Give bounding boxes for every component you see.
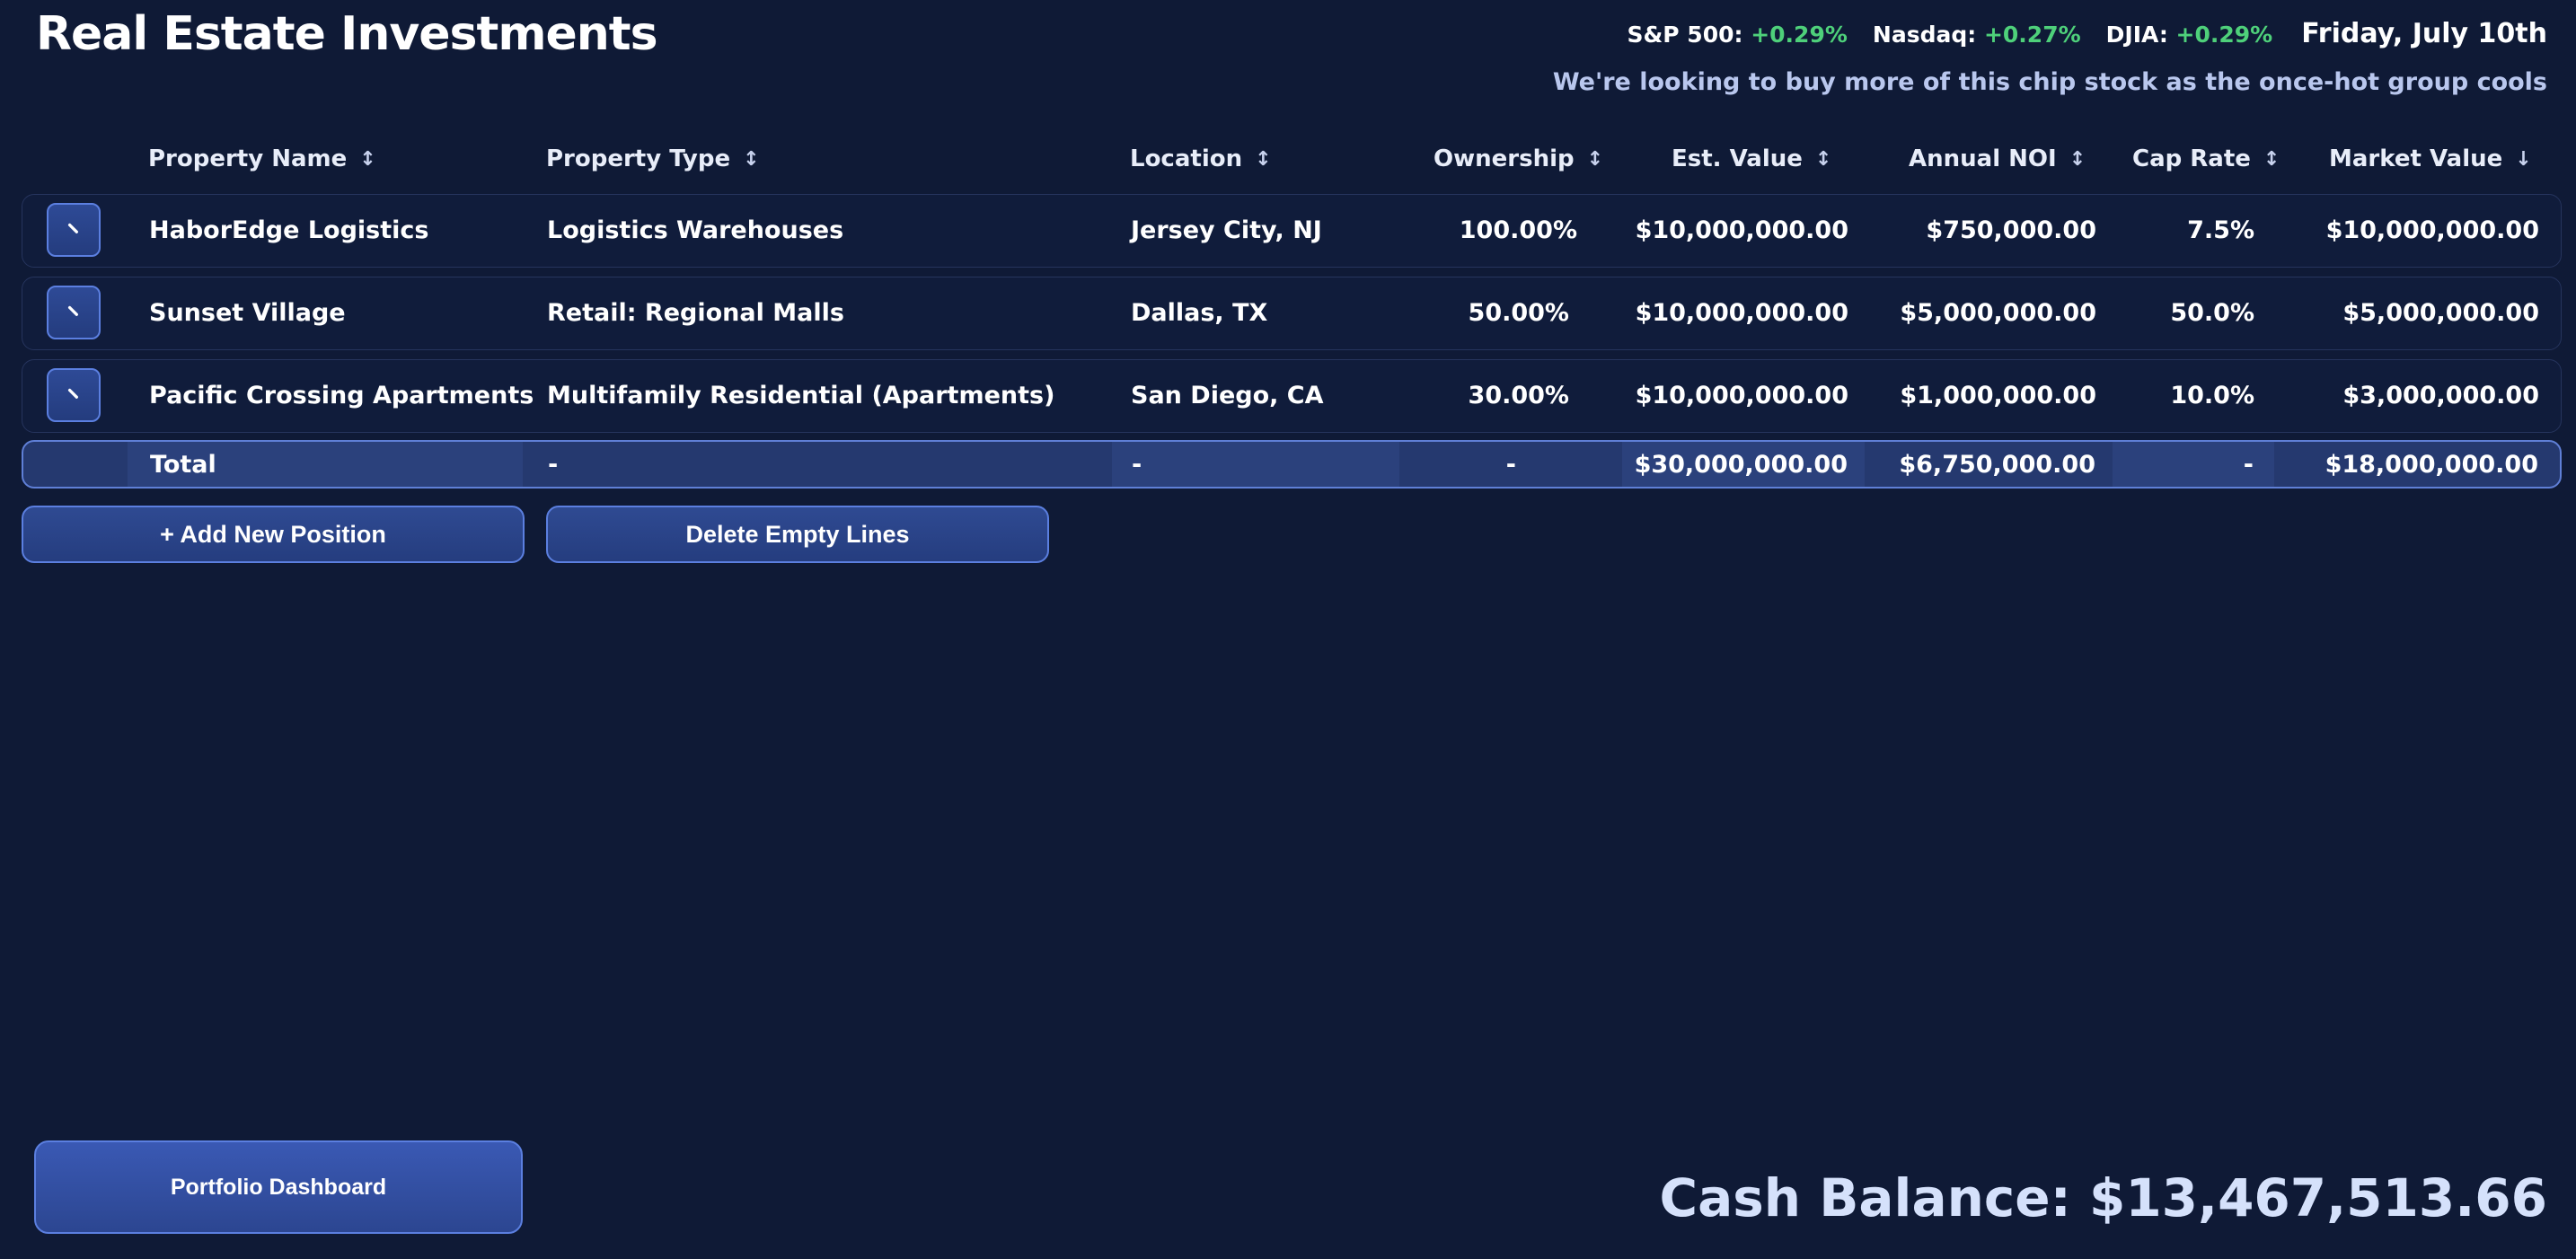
- column-label: Ownership: [1434, 145, 1575, 172]
- column-header-property-name[interactable]: Property Name ↕: [148, 145, 376, 172]
- ticker-djia: DJIA: +0.29%: [2106, 22, 2273, 48]
- column-header-market-value[interactable]: Market Value ↓: [2329, 145, 2532, 172]
- edit-row-button[interactable]: [47, 286, 101, 339]
- cell-location: San Diego, CA: [1131, 382, 1324, 409]
- total-row: Total - - - $30,000,000.00 $6,750,000.00…: [22, 440, 2562, 489]
- table-row: Pacific Crossing Apartments Multifamily …: [22, 359, 2562, 433]
- cell-property-name: HaborEdge Logistics: [149, 216, 429, 244]
- total-annual-noi: $6,750,000.00: [1899, 451, 2095, 479]
- column-label: Cap Rate: [2132, 145, 2251, 172]
- column-header-cap-rate[interactable]: Cap Rate ↕: [2132, 145, 2280, 172]
- cell-cap-rate: 10.0%: [2170, 382, 2254, 409]
- column-label: Location: [1130, 145, 1243, 172]
- cash-balance: Cash Balance: $13,467,513.66: [1659, 1167, 2548, 1228]
- sort-arrows-icon: ↕: [1814, 147, 1832, 171]
- ticker-sp500: S&P 500: +0.29%: [1627, 22, 1847, 48]
- portfolio-dashboard-button[interactable]: Portfolio Dashboard: [34, 1140, 523, 1234]
- cell-ownership: 30.00%: [1468, 382, 1569, 409]
- column-label: Property Name: [148, 145, 348, 172]
- cell-market-value: $3,000,000.00: [2342, 382, 2539, 409]
- cell-annual-noi: $1,000,000.00: [1900, 382, 2096, 409]
- ticker-label: S&P 500:: [1627, 22, 1743, 48]
- cell-est-value: $10,000,000.00: [1635, 382, 1848, 409]
- cell-property-type: Retail: Regional Malls: [547, 299, 844, 327]
- ticker-nasdaq: Nasdaq: +0.27%: [1873, 22, 2081, 48]
- ticker-change: +0.29%: [2175, 22, 2273, 48]
- cell-location: Dallas, TX: [1131, 299, 1268, 327]
- edit-row-button[interactable]: [47, 368, 101, 422]
- total-market-value: $18,000,000.00: [2325, 451, 2538, 479]
- cell-cap-rate: 7.5%: [2187, 216, 2254, 244]
- cell-est-value: $10,000,000.00: [1635, 216, 1848, 244]
- column-header-property-type[interactable]: Property Type ↕: [546, 145, 760, 172]
- pencil-icon: [67, 223, 78, 233]
- positions-table: Property Name ↕ Property Type ↕ Location…: [22, 135, 2562, 489]
- pencil-icon: [67, 388, 78, 399]
- column-label: Annual NOI: [1909, 145, 2057, 172]
- sort-arrows-icon: ↕: [2263, 147, 2280, 171]
- total-location: -: [1132, 451, 1142, 479]
- sort-arrows-icon: ↕: [1255, 147, 1272, 171]
- cell-est-value: $10,000,000.00: [1635, 299, 1848, 327]
- edit-row-button[interactable]: [47, 203, 101, 257]
- current-date: Friday, July 10th: [2301, 18, 2547, 49]
- table-row: HaborEdge Logistics Logistics Warehouses…: [22, 194, 2562, 268]
- table-header: Property Name ↕ Property Type ↕ Location…: [22, 135, 2562, 185]
- add-new-position-button[interactable]: + Add New Position: [22, 506, 525, 563]
- column-header-location[interactable]: Location ↕: [1130, 145, 1272, 172]
- news-headline[interactable]: We're looking to buy more of this chip s…: [1553, 68, 2547, 96]
- total-ownership: -: [1505, 451, 1516, 479]
- table-row: Sunset Village Retail: Regional Malls Da…: [22, 277, 2562, 350]
- cell-market-value: $5,000,000.00: [2342, 299, 2539, 327]
- total-cap-rate: -: [2243, 451, 2254, 479]
- column-header-est-value[interactable]: Est. Value ↕: [1672, 145, 1831, 172]
- column-header-annual-noi[interactable]: Annual NOI ↕: [1909, 145, 2086, 172]
- cell-cap-rate: 50.0%: [2170, 299, 2254, 327]
- pencil-icon: [67, 305, 78, 316]
- cell-ownership: 100.00%: [1459, 216, 1577, 244]
- sort-arrows-icon: ↕: [2069, 147, 2086, 171]
- cell-annual-noi: $5,000,000.00: [1900, 299, 2096, 327]
- delete-empty-lines-button[interactable]: Delete Empty Lines: [546, 506, 1049, 563]
- column-label: Property Type: [546, 145, 731, 172]
- sort-down-icon: ↓: [2515, 147, 2532, 171]
- market-ticker-bar: S&P 500: +0.29% Nasdaq: +0.27% DJIA: +0.…: [1627, 18, 2547, 49]
- column-label: Market Value: [2329, 145, 2503, 172]
- total-est-value: $30,000,000.00: [1634, 451, 1848, 479]
- cell-ownership: 50.00%: [1468, 299, 1569, 327]
- cell-property-name: Sunset Village: [149, 299, 346, 327]
- cell-property-type: Multifamily Residential (Apartments): [547, 382, 1055, 409]
- cell-annual-noi: $750,000.00: [1926, 216, 2096, 244]
- column-header-ownership[interactable]: Ownership ↕: [1434, 145, 1603, 172]
- ticker-change: +0.27%: [1983, 22, 2081, 48]
- sort-arrows-icon: ↕: [1586, 147, 1604, 171]
- cell-property-name: Pacific Crossing Apartments: [149, 382, 534, 409]
- sort-arrows-icon: ↕: [743, 147, 760, 171]
- ticker-label: DJIA:: [2105, 22, 2168, 48]
- cell-market-value: $10,000,000.00: [2325, 216, 2539, 244]
- cell-location: Jersey City, NJ: [1131, 216, 1322, 244]
- ticker-change: +0.29%: [1751, 22, 1848, 48]
- page-title: Real Estate Investments: [36, 7, 658, 61]
- cell-property-type: Logistics Warehouses: [547, 216, 844, 244]
- column-label: Est. Value: [1672, 145, 1803, 172]
- sort-arrows-icon: ↕: [359, 147, 376, 171]
- total-property-type: -: [548, 451, 559, 479]
- total-label: Total: [150, 451, 216, 479]
- total-cell-bg: [1112, 442, 1399, 487]
- ticker-label: Nasdaq:: [1872, 22, 1977, 48]
